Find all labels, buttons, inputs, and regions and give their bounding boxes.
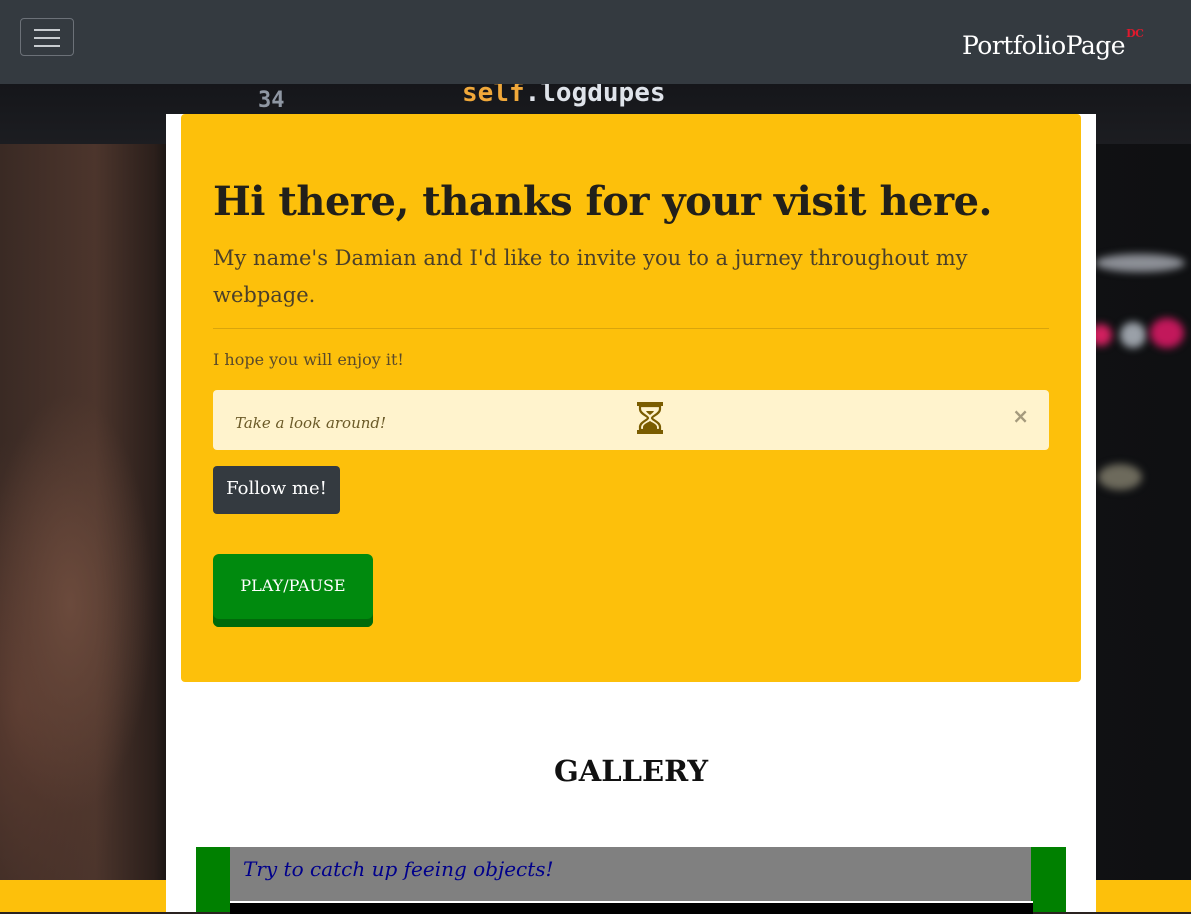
welcome-alert: Take a look around! × — [213, 390, 1049, 450]
game-canvas[interactable] — [230, 901, 1033, 914]
background-code-decoration: self.logdupes — [462, 84, 666, 108]
gallery-title: GALLERY — [553, 754, 709, 788]
navbar-toggler-button[interactable] — [20, 18, 74, 56]
background-blur — [1098, 464, 1142, 490]
divider — [213, 328, 1049, 329]
alert-text: Take a look around! — [235, 414, 387, 432]
hero-jumbotron: Hi there, thanks for your visit here. My… — [181, 114, 1081, 682]
brand-sup: DC — [1126, 27, 1144, 40]
brand-name: PortfolioPage — [962, 31, 1126, 60]
game-caption: Try to catch up feeing objects! — [243, 857, 554, 881]
play-pause-button[interactable]: PLAY/PAUSE — [213, 554, 373, 627]
hourglass-icon — [637, 402, 663, 434]
background-blur — [1150, 318, 1184, 348]
game-panel: Try to catch up feeing objects! — [230, 847, 1033, 914]
hero-subtext: I hope you will enjoy it! — [213, 350, 404, 369]
hero-lead: My name's Damian and I'd like to invite … — [213, 246, 968, 307]
main-container: Hi there, thanks for your visit here. My… — [166, 114, 1096, 914]
brand-link[interactable]: PortfolioPageDC — [962, 27, 1144, 60]
background-blur — [1120, 322, 1146, 348]
alert-close-button[interactable]: × — [1012, 404, 1029, 428]
follow-me-button[interactable]: Follow me! — [213, 466, 340, 514]
hamburger-icon — [34, 29, 60, 31]
game-frame: Try to catch up feeing objects! — [196, 847, 1066, 914]
background-blur — [1095, 254, 1185, 272]
background-code-decoration: 34 — [258, 88, 285, 113]
navbar: PortfolioPageDC — [0, 0, 1191, 84]
hero-title: Hi there, thanks for your visit here. — [213, 178, 992, 225]
hamburger-icon — [34, 37, 60, 39]
hamburger-icon — [34, 45, 60, 47]
